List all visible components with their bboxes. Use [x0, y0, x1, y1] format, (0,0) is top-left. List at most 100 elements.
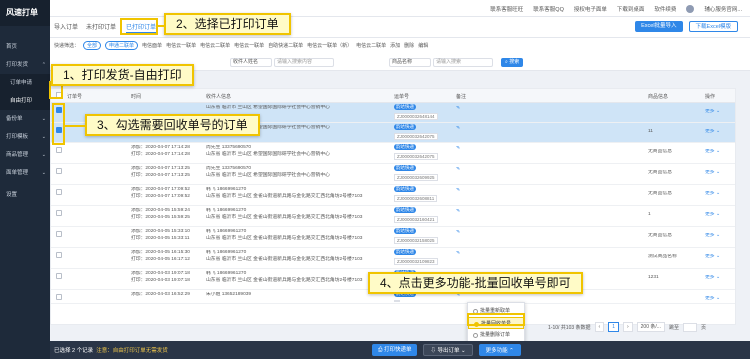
search-input[interactable]: 请输入搜索内容: [274, 58, 334, 67]
waybill-number[interactable]: ZJ0000032642075: [394, 132, 438, 140]
renew-link[interactable]: 软件续费: [654, 5, 676, 13]
goods-field-select[interactable]: 商品名称: [389, 58, 431, 67]
row-checkbox[interactable]: [56, 147, 62, 153]
sidebar-item-templates[interactable]: 打印模板 ⌄: [0, 128, 50, 146]
search-button-label: 搜索: [509, 59, 520, 65]
row-more-button[interactable]: 更多 ⌄: [705, 149, 720, 156]
row-waybill: 韵达快递 ZJ0000032609925: [394, 165, 454, 182]
sidebar-item-order-apply[interactable]: 订单申请: [0, 74, 50, 92]
table-row[interactable]: 添加：2020-04-05 15:59:24 打印：2020-04-05 15:5…: [51, 206, 735, 227]
row-checkbox[interactable]: [56, 231, 62, 237]
authorize-waybill-link[interactable]: 授权电子面单: [574, 5, 607, 13]
edit-remark-icon[interactable]: ✎: [456, 251, 460, 258]
more-functions-button[interactable]: 更多功能 ⌃: [478, 344, 521, 356]
edit-remark-icon[interactable]: ✎: [456, 209, 460, 216]
waybill-number[interactable]: ZJ0000032158025: [394, 236, 438, 244]
edit-remark-icon[interactable]: ✎: [456, 106, 460, 113]
search-button[interactable]: ⌕ 搜索: [501, 58, 524, 67]
filter-option[interactable]: 电信云二联单: [200, 42, 230, 49]
download-desktop-link[interactable]: 下载到桌面: [617, 5, 645, 13]
contact-wangwang-link[interactable]: 联系客服旺旺: [490, 5, 523, 13]
carrier-badge: 韵达快递: [394, 124, 416, 130]
edit-remark-icon[interactable]: ✎: [456, 126, 460, 133]
filter-edit-link[interactable]: 编辑: [418, 42, 428, 49]
carrier-badge: 韵达快递: [394, 104, 416, 110]
row-checkbox[interactable]: [56, 210, 62, 216]
row-more-button[interactable]: 更多 ⌄: [705, 170, 720, 177]
table-row[interactable]: 添加：2020-04-05 15:33:10 打印：2020-04-05 15:3…: [51, 227, 735, 248]
contact-qq-link[interactable]: 联系客服QQ: [533, 5, 564, 13]
edit-remark-icon[interactable]: ✎: [456, 230, 460, 237]
filter-option[interactable]: 电信云一联单: [166, 42, 196, 49]
filter-option[interactable]: 自助快递二联单: [268, 42, 303, 49]
filter-delete-link[interactable]: 删除: [404, 42, 414, 49]
user-menu[interactable]: 辅心服务官网...: [704, 5, 742, 13]
sidebar-item-print-ship[interactable]: 打印发货 ⌃: [0, 56, 50, 74]
search-field-select[interactable]: 收件人姓名: [230, 58, 272, 67]
goto-input[interactable]: [682, 322, 697, 332]
row-recipient: 韩飞 18669961270 山东省 临沂市 兰山区 金雀山街道新兵路与金化路交汇…: [206, 208, 386, 221]
row-more-button[interactable]: 更多 ⌄: [705, 109, 720, 116]
row-more-button[interactable]: 更多 ⌄: [705, 254, 720, 261]
waybill-number[interactable]: ZJ0000032160421: [394, 215, 438, 223]
row-more-button[interactable]: 更多 ⌄: [705, 191, 720, 198]
recipient-address: 山东省 临沂市 兰山区 希望国际国际研学社会中心营销中心: [206, 172, 330, 178]
menu-item-batch-delete[interactable]: 批量删除订单: [468, 329, 524, 341]
row-more-button[interactable]: 更多 ⌄: [705, 296, 720, 303]
waybill-number[interactable]: ZJ0000032109823: [394, 257, 438, 265]
row-goods: 无商品信息: [648, 191, 672, 196]
row-checkbox[interactable]: [56, 168, 62, 174]
tab-unprinted-orders[interactable]: 未打印订单: [86, 22, 116, 34]
avatar[interactable]: [686, 4, 695, 13]
excel-import-button[interactable]: Excel批量导入: [635, 21, 683, 32]
row-goods: 无商品信息: [648, 170, 672, 175]
row-checkbox[interactable]: [56, 189, 62, 195]
filter-option[interactable]: 电信云二联单: [356, 42, 386, 49]
row-more-button[interactable]: 更多 ⌄: [705, 233, 720, 240]
tab-import-orders[interactable]: 导入订单: [54, 22, 78, 34]
filter-option[interactable]: 电信云一联单（新）: [307, 42, 352, 49]
row-checkbox[interactable]: [56, 273, 62, 279]
row-checkbox[interactable]: [56, 294, 62, 300]
row-more-button[interactable]: 更多 ⌄: [705, 275, 720, 282]
per-page-select[interactable]: 200 条/...: [636, 322, 665, 332]
filter-option[interactable]: 电信面单: [142, 42, 162, 49]
next-page-icon[interactable]: ›: [622, 322, 633, 332]
sidebar-item-waybill[interactable]: 面单管理 ⌄: [0, 164, 50, 182]
filter-option[interactable]: 电信云一联单: [234, 42, 264, 49]
sidebar-item-settings[interactable]: 设置: [0, 186, 50, 204]
filter-chip[interactable]: 申通二联单: [105, 41, 139, 50]
sidebar-item-goods[interactable]: 商品管理 ⌄: [0, 146, 50, 164]
row-goods: 11: [648, 129, 653, 134]
row-more-button[interactable]: 更多 ⌄: [705, 129, 720, 136]
table-row[interactable]: 添加：2020-04-07 17:14:28 打印：2020-04-07 17:1…: [51, 143, 735, 164]
prev-page-icon[interactable]: ‹: [594, 322, 605, 332]
export-orders-button[interactable]: ⇩ 导出订单 ⌄: [423, 344, 473, 356]
table-row[interactable]: 添加：2020-04-05 16:15:30 打印：2020-04-05 16:1…: [51, 248, 735, 269]
col-goods: 商品信息: [648, 94, 669, 100]
filter-label: 快递筛选：: [54, 43, 80, 49]
filter-chip-all[interactable]: 全部: [83, 41, 102, 50]
sidebar-item-free-print[interactable]: 自由打印: [0, 92, 50, 110]
row-checkbox[interactable]: [56, 252, 62, 258]
edit-remark-icon[interactable]: ✎: [456, 188, 460, 195]
filter-add-link[interactable]: 添加: [390, 42, 400, 49]
waybill-number[interactable]: ZJ0000032609925: [394, 173, 438, 181]
waybill-number[interactable]: ZJ0000032642075: [394, 152, 438, 160]
waybill-number[interactable]: ZJ0000032648144: [394, 112, 438, 120]
row-more-button[interactable]: 更多 ⌄: [705, 212, 720, 219]
sidebar-item-home[interactable]: 首页: [0, 38, 50, 56]
col-remark: 备注: [456, 94, 467, 100]
row-recipient: 山东省 临沂市 兰山区 希望国际国际研学社会中心营销中心: [206, 105, 386, 112]
waybill-number[interactable]: [394, 299, 400, 302]
table-row[interactable]: 添加：2020-04-07 17:09:52 打印：2020-04-07 17:0…: [51, 185, 735, 206]
edit-remark-icon[interactable]: ✎: [456, 167, 460, 174]
table-row[interactable]: 添加：2020-04-07 17:13:25 打印：2020-04-07 17:1…: [51, 164, 735, 185]
sidebar-item-backup[interactable]: 备份单 ⌄: [0, 110, 50, 128]
waybill-number[interactable]: ZJ0000032608811: [394, 194, 438, 202]
page-number[interactable]: 1: [608, 322, 619, 332]
download-template-button[interactable]: 下载Excel模版: [688, 21, 738, 32]
goods-search-input[interactable]: 请输入搜索: [433, 58, 493, 67]
edit-remark-icon[interactable]: ✎: [456, 146, 460, 153]
print-express-button[interactable]: ⎙ 打印快递单: [372, 344, 418, 356]
